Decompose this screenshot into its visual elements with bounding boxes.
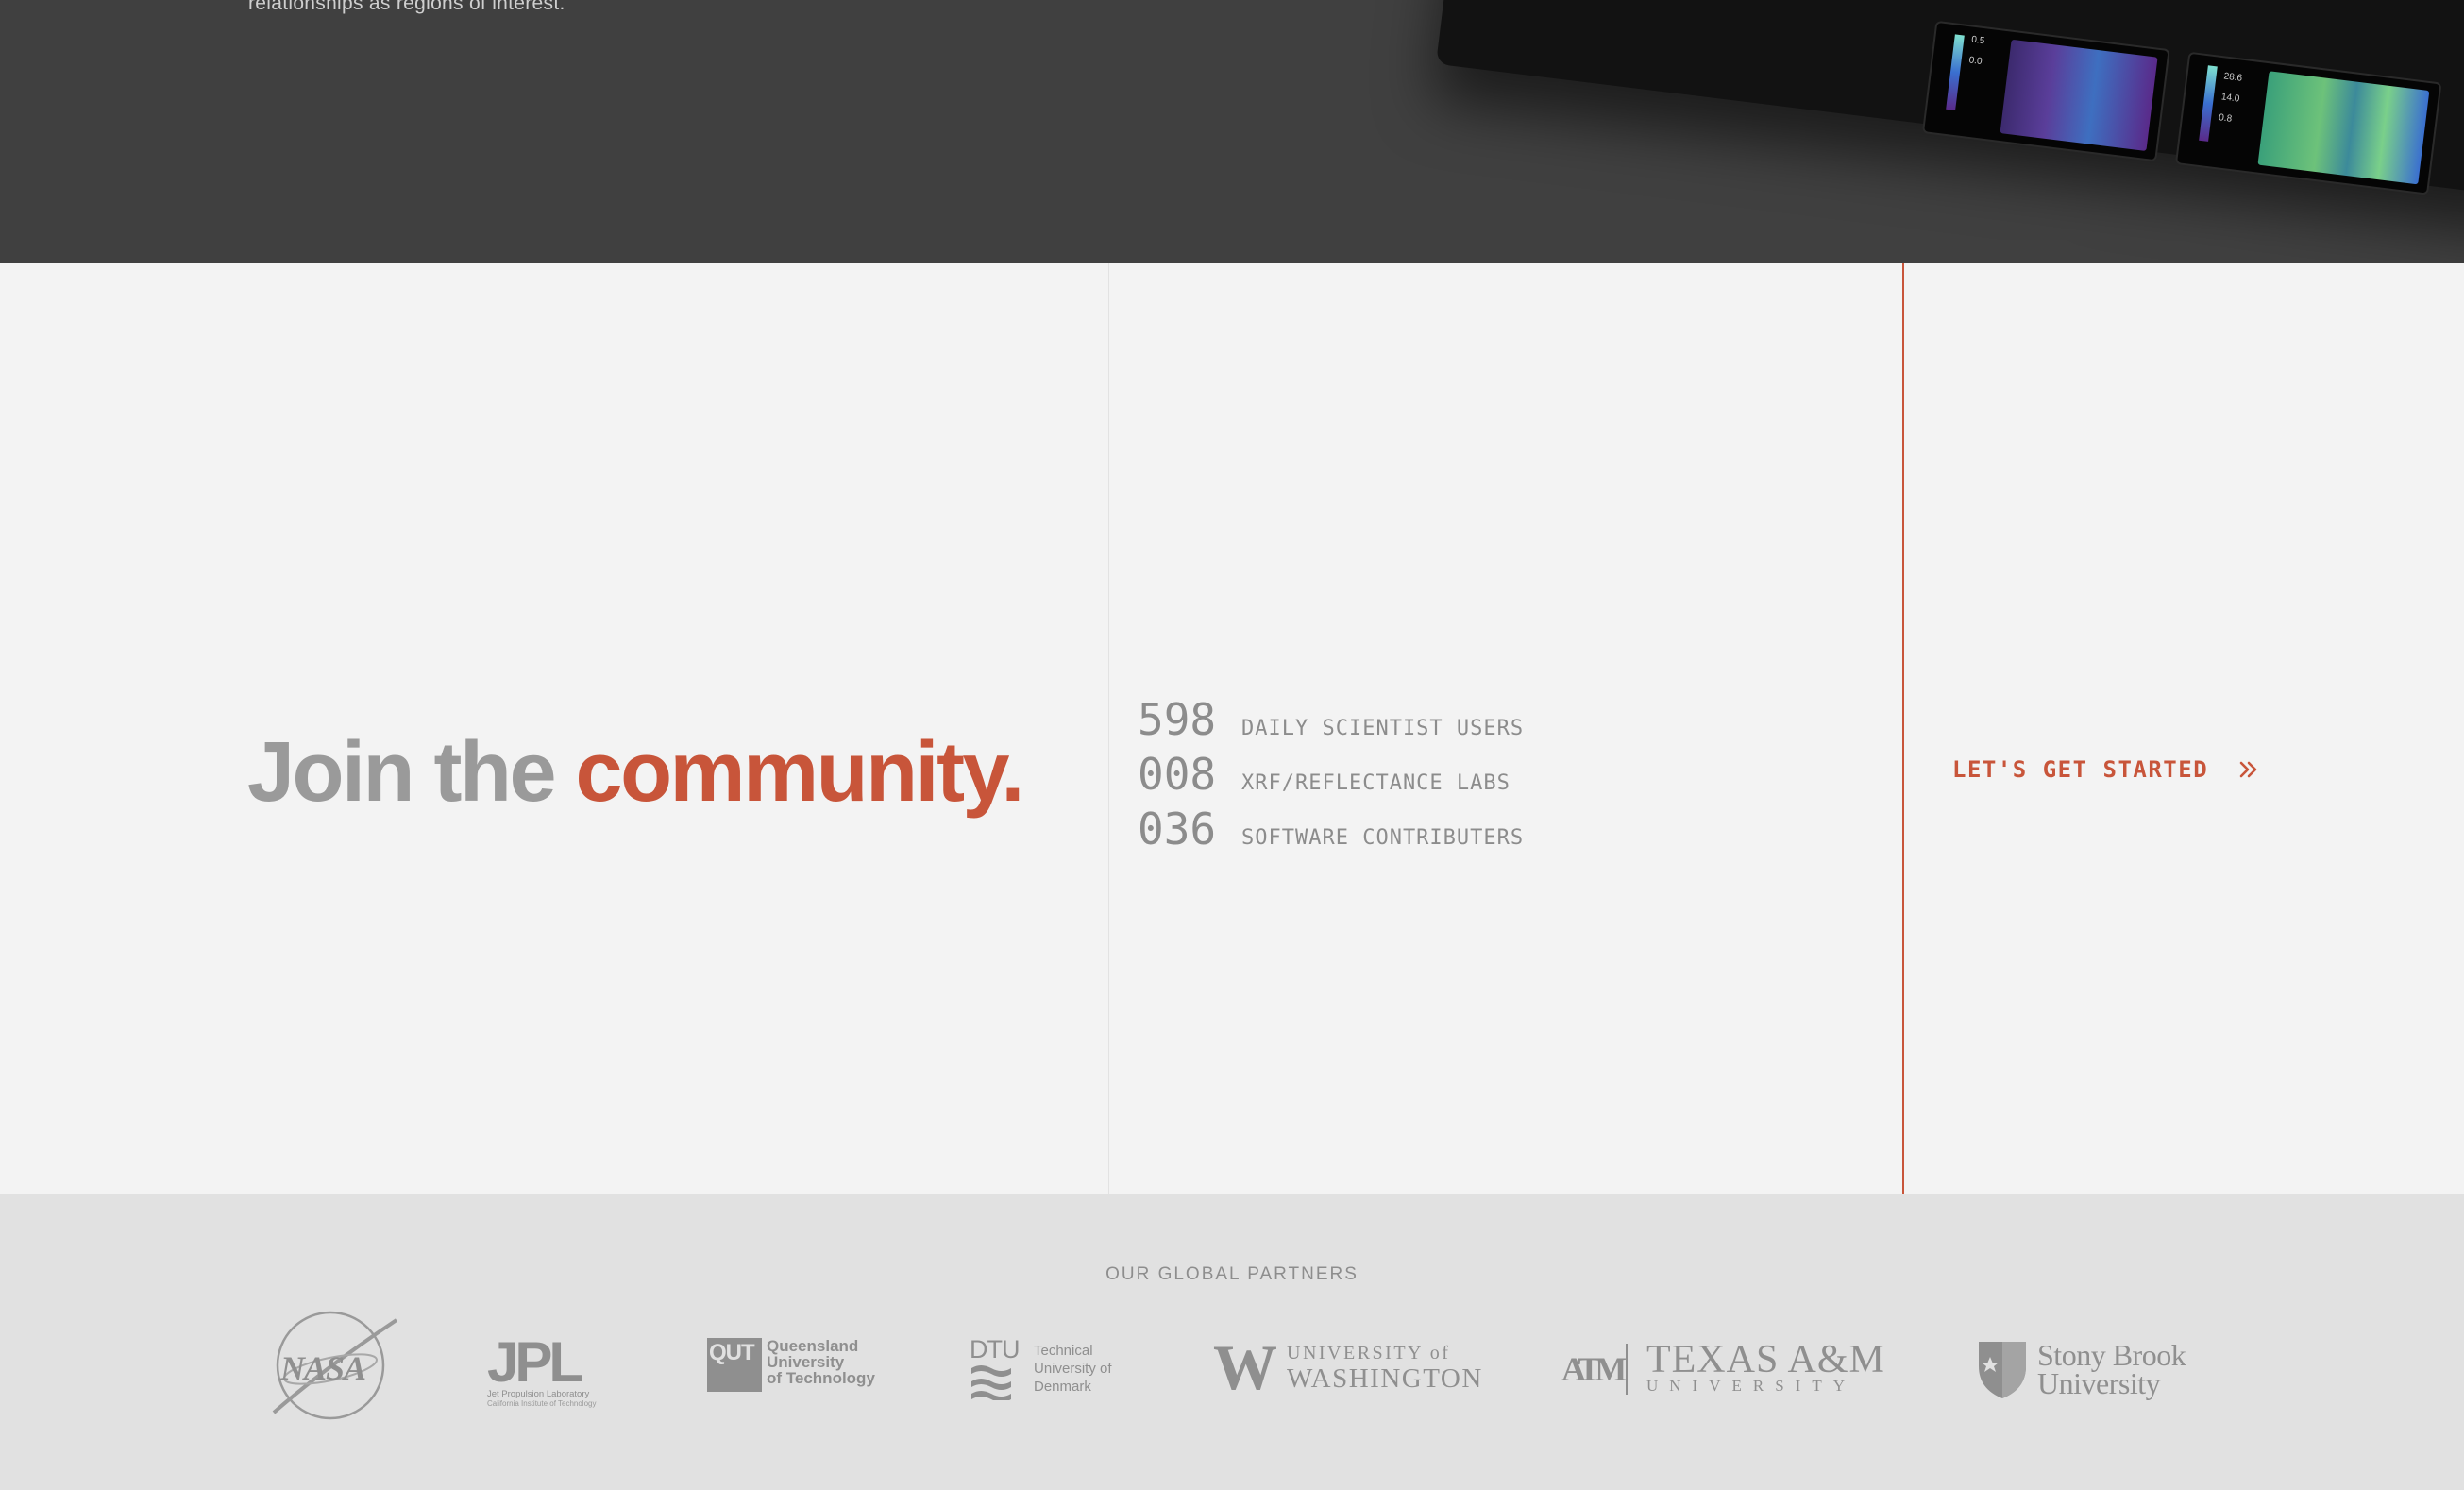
scale-label: 0.5 — [1970, 34, 1985, 47]
qut-line: of Technology — [767, 1369, 875, 1387]
nasa-logo: NASA — [269, 1311, 398, 1424]
qut-mark-icon: QUT — [707, 1338, 762, 1392]
dtu-line: Denmark — [1034, 1379, 1091, 1395]
scale-label: 14.0 — [2220, 92, 2240, 105]
nasa-wordmark: NASA — [280, 1349, 366, 1387]
dtu-line: Technical — [1034, 1343, 1093, 1359]
partners-section: OUR GLOBAL PARTNERS NASA JPL Jet Propuls… — [0, 1194, 2464, 1490]
jpl-subtitle: Jet Propulsion Laboratory — [487, 1389, 590, 1399]
stat-row: 036 SOFTWARE CONTRIBUTERS — [1138, 804, 1524, 858]
stat-label: SOFTWARE CONTRIBUTERS — [1241, 826, 1525, 850]
qut-line: Queensland — [767, 1337, 859, 1355]
double-chevron-right-icon — [2239, 761, 2257, 778]
dtu-waves-icon — [971, 1365, 1011, 1402]
stony-brook-logo: Stony Brook University — [1975, 1336, 2202, 1402]
community-section: Join the community. 598 DAILY SCIENTIST … — [0, 263, 2464, 1194]
uw-line: WASHINGTON — [1287, 1363, 1483, 1394]
scale-label: 0.0 — [1967, 55, 1983, 68]
tamu-line: UNIVERSITY — [1646, 1377, 1856, 1395]
jpl-subtitle-2: California Institute of Technology — [487, 1399, 597, 1408]
qut-line: University — [767, 1353, 845, 1371]
stat-number: 008 — [1138, 749, 1217, 800]
tamu-logo: ATM TEXAS A&M UNIVERSITY — [1561, 1338, 1887, 1397]
qut-logo: QUT Queensland University of Technology — [707, 1338, 886, 1395]
accent-divider — [1902, 263, 1904, 1194]
get-started-label: LET'S GET STARTED — [1952, 756, 2209, 783]
uw-logo: W UNIVERSITY of WASHINGTON — [1213, 1331, 1481, 1403]
app-screenshot: 0.5 0.0 28.6 14.0 0.8 — [1436, 0, 2464, 202]
uw-line: UNIVERSITY of — [1287, 1343, 1451, 1363]
uw-w-mark: W — [1213, 1331, 1277, 1403]
jpl-logo: JPL Jet Propulsion Laboratory California… — [487, 1330, 615, 1409]
headline-accent: community. — [575, 725, 1025, 820]
tamu-atm-mark: ATM — [1561, 1350, 1627, 1388]
sbu-line: University — [2037, 1366, 2161, 1400]
scale-label: 0.8 — [2218, 112, 2233, 125]
dtu-logo: DTU Technical University of Denmark — [970, 1336, 1130, 1407]
get-started-button[interactable]: LET'S GET STARTED — [1952, 756, 2259, 783]
stat-number: 036 — [1138, 804, 1217, 855]
hero-band: relationships as regions of interest. 0.… — [0, 0, 2464, 263]
headline-part1: Join the — [247, 725, 576, 820]
heatmap-panel: 28.6 14.0 0.8 — [2174, 51, 2442, 195]
scale-label: 28.6 — [2222, 71, 2243, 84]
stat-number: 598 — [1138, 694, 1217, 745]
hero-caption: relationships as regions of interest. — [248, 0, 565, 14]
dtu-line: University of — [1034, 1361, 1112, 1377]
stats-list: 598 DAILY SCIENTIST USERS 008 XRF/REFLEC… — [1138, 694, 1524, 858]
heatmap-panel: 0.5 0.0 — [1921, 20, 2170, 162]
partners-title: OUR GLOBAL PARTNERS — [1105, 1264, 1359, 1284]
dtu-mark: DTU — [970, 1335, 1021, 1363]
sbu-line: Stony Brook — [2037, 1338, 2186, 1372]
stat-row: 598 DAILY SCIENTIST USERS — [1138, 694, 1524, 749]
stat-row: 008 XRF/REFLECTANCE LABS — [1138, 749, 1524, 804]
stat-label: DAILY SCIENTIST USERS — [1241, 717, 1525, 740]
tamu-line: TEXAS A&M — [1646, 1338, 1885, 1381]
stat-label: XRF/REFLECTANCE LABS — [1241, 771, 1510, 795]
shield-icon — [1979, 1342, 2026, 1398]
community-headline: Join the community. — [247, 724, 1025, 821]
column-divider — [1108, 263, 1109, 1194]
jpl-wordmark: JPL — [487, 1330, 583, 1394]
